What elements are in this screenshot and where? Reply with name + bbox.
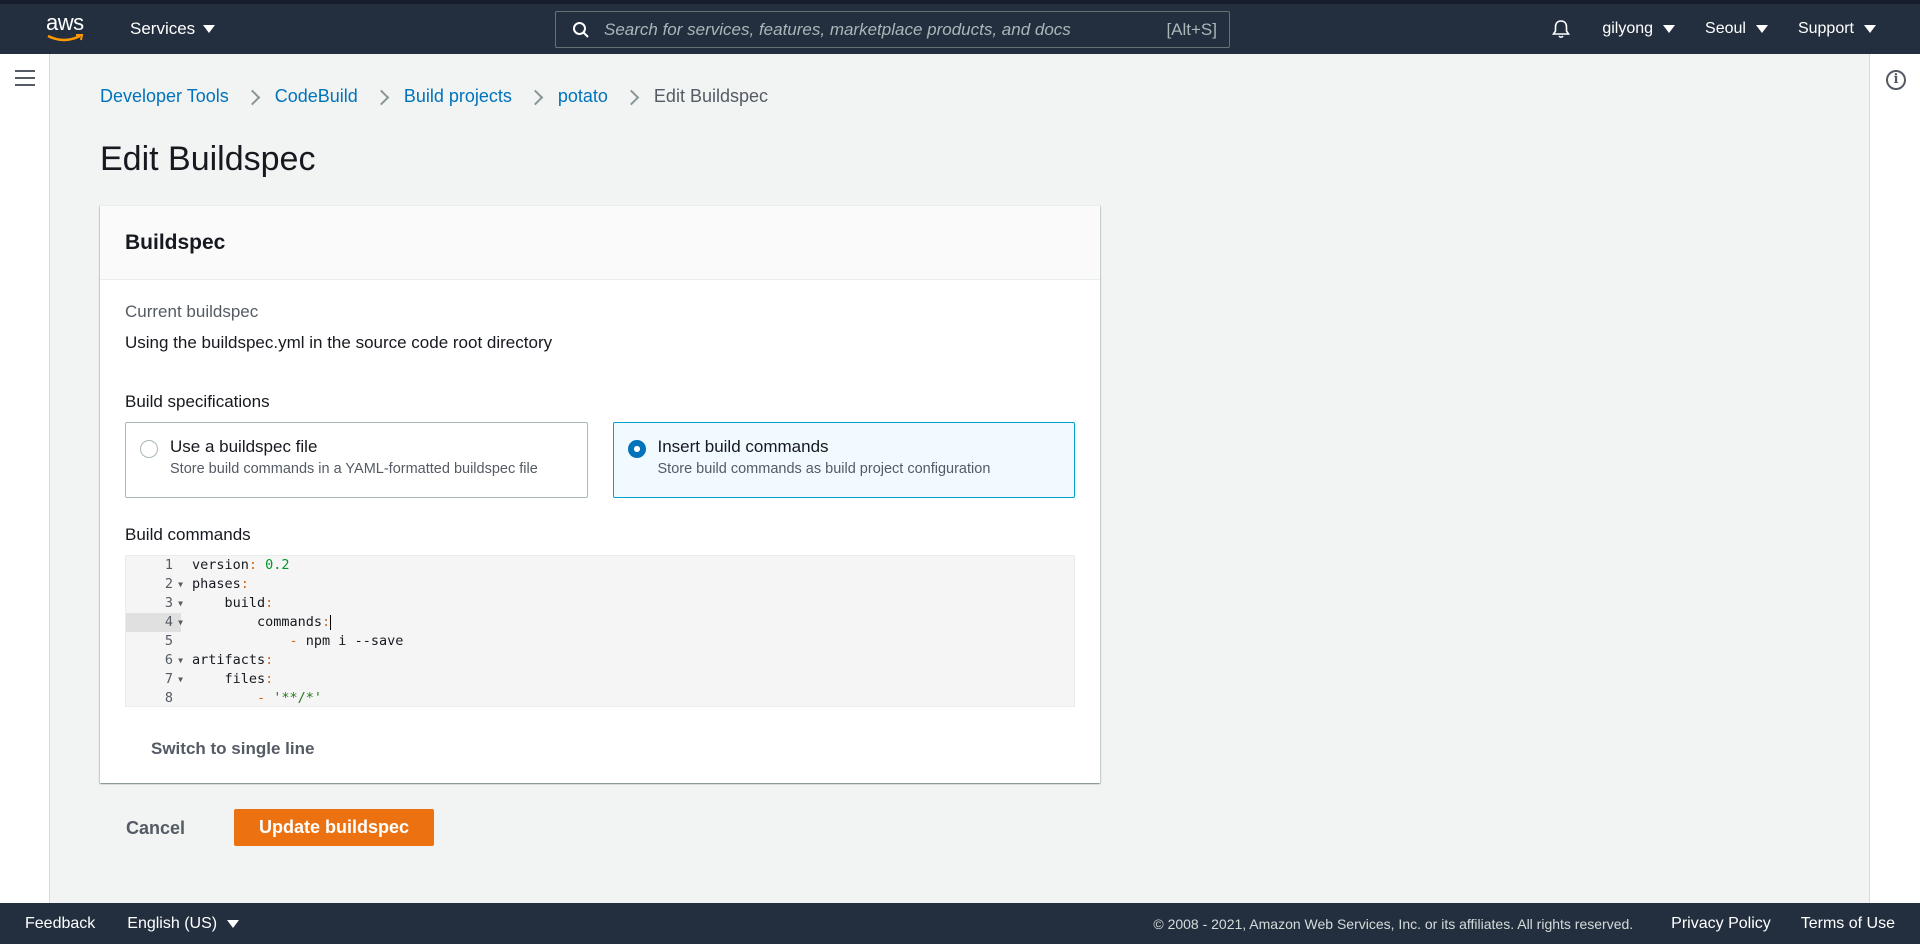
option-insert-build-commands[interactable]: Insert build commands Store build comman…: [612, 422, 1075, 498]
build-spec-options: Use a buildspec file Store build command…: [125, 422, 1075, 498]
notifications-button[interactable]: [1550, 18, 1572, 40]
language-label: English (US): [127, 914, 218, 932]
update-buildspec-button[interactable]: Update buildspec: [234, 809, 434, 846]
line-number: 7 ▼: [164, 670, 183, 689]
buildspec-panel: Buildspec Current buildspec Using the bu…: [100, 205, 1100, 783]
panel-header: Buildspec: [100, 206, 1100, 280]
line-number: 6 ▼: [164, 651, 183, 670]
aws-logo-text: aws: [46, 10, 84, 35]
breadcrumb-potato[interactable]: potato: [558, 86, 608, 107]
search-input[interactable]: [604, 19, 1167, 40]
code-text: build:: [192, 595, 274, 611]
radio-selected[interactable]: [627, 440, 646, 458]
chevron-right-icon: [626, 90, 636, 104]
breadcrumb: Developer Tools CodeBuild Build projects…: [100, 86, 768, 107]
bell-icon: [1552, 20, 1571, 39]
info-icon[interactable]: i: [1886, 70, 1906, 90]
fold-arrow-icon[interactable]: ▼: [178, 613, 183, 632]
code-text: artifacts:: [192, 652, 274, 668]
nav-right: gilyong Seoul Support: [1550, 4, 1876, 54]
fold-arrow-icon[interactable]: ▼: [178, 651, 183, 670]
code-text: - npm i --save: [192, 633, 404, 649]
panel-body: Current buildspec Using the buildspec.ym…: [100, 280, 1100, 759]
option-title: Use a buildspec file: [170, 437, 318, 456]
hamburger-menu-icon[interactable]: [15, 70, 35, 86]
region-name: Seoul: [1705, 20, 1746, 37]
aws-logo[interactable]: aws: [46, 12, 90, 46]
page-title: Edit Buildspec: [100, 140, 316, 178]
code-line: 4 ▼ commands:: [126, 613, 1074, 632]
privacy-policy-link[interactable]: Privacy Policy: [1671, 915, 1771, 933]
chevron-right-icon: [247, 90, 257, 104]
line-number: 1: [164, 557, 173, 573]
support-label: Support: [1797, 20, 1854, 37]
code-text: version: 0.2: [192, 557, 290, 573]
switch-to-single-line-button[interactable]: Switch to single line: [151, 739, 314, 759]
right-sidebar: i: [1869, 54, 1920, 903]
line-number: 8: [164, 690, 173, 706]
breadcrumb-build-projects[interactable]: Build projects: [404, 86, 512, 107]
support-menu[interactable]: Support: [1798, 20, 1876, 38]
code-text: files:: [192, 671, 274, 687]
caret-down-icon: [1663, 25, 1676, 33]
option-use-buildspec-file[interactable]: Use a buildspec file Store build command…: [125, 422, 588, 498]
top-navigation: aws Services [Alt+S] gilyong Seoul: [0, 0, 1920, 54]
code-line: 1 version: 0.2: [126, 556, 1074, 575]
caret-down-icon: [1755, 25, 1768, 33]
user-menu[interactable]: gilyong: [1602, 20, 1676, 38]
language-selector[interactable]: English (US): [127, 914, 240, 933]
code-line: 8 - '**/*': [126, 689, 1074, 706]
left-sidebar: [0, 54, 50, 903]
code-line: 5 - npm i --save: [126, 632, 1074, 651]
fold-arrow-icon[interactable]: ▼: [178, 594, 183, 613]
cancel-button[interactable]: Cancel: [126, 810, 185, 846]
option-description: Store build commands as build project co…: [657, 461, 991, 477]
fold-arrow-icon[interactable]: ▼: [178, 670, 183, 689]
code-line: 7 ▼ files:: [126, 670, 1074, 689]
code-text: commands:: [192, 614, 332, 630]
radio-unselected[interactable]: [140, 440, 158, 458]
code-text: - '**/*': [192, 690, 323, 706]
line-number: 5: [164, 633, 173, 649]
chevron-right-icon: [530, 90, 540, 104]
footer: Feedback English (US) © 2008 - 2021, Ama…: [0, 903, 1920, 944]
current-buildspec-value: Using the buildspec.yml in the source co…: [125, 333, 553, 352]
breadcrumb-current: Edit Buildspec: [653, 86, 768, 106]
line-number: 2 ▼: [164, 575, 183, 594]
services-label: Services: [130, 19, 196, 38]
panel-title: Buildspec: [125, 230, 226, 254]
option-description: Store build commands in a YAML-formatted…: [170, 461, 538, 477]
build-specifications-label: Build specifications: [125, 392, 270, 411]
caret-down-icon: [227, 919, 240, 928]
code-text: phases:: [192, 576, 249, 592]
code-line: 2 ▼ phases:: [126, 575, 1074, 594]
caret-down-icon: [203, 25, 216, 33]
chevron-right-icon: [376, 90, 386, 104]
line-number: 3 ▼: [164, 594, 183, 613]
build-commands-label: Build commands: [125, 525, 251, 544]
code-line: 6 ▼ artifacts:: [126, 651, 1074, 670]
copyright-text: © 2008 - 2021, Amazon Web Services, Inc.…: [1153, 915, 1634, 932]
breadcrumb-codebuild[interactable]: CodeBuild: [275, 86, 358, 107]
services-menu[interactable]: Services: [130, 4, 216, 54]
breadcrumb-developer-tools[interactable]: Developer Tools: [100, 86, 229, 107]
feedback-link[interactable]: Feedback: [25, 915, 95, 933]
caret-down-icon: [1864, 25, 1876, 33]
text-cursor: [330, 614, 332, 630]
line-number: 4 ▼: [126, 613, 183, 632]
footer-left: Feedback English (US): [25, 914, 240, 933]
footer-right: © 2008 - 2021, Amazon Web Services, Inc.…: [1153, 915, 1895, 933]
code-editor[interactable]: 1 version: 0.2 2 ▼ phases: 3 ▼ build: 4 ▼ c…: [125, 555, 1075, 707]
current-buildspec-label: Current buildspec: [125, 302, 259, 321]
region-menu[interactable]: Seoul: [1705, 20, 1768, 38]
terms-of-use-link[interactable]: Terms of Use: [1801, 915, 1895, 933]
fold-arrow-icon[interactable]: ▼: [178, 575, 183, 594]
code-line: 3 ▼ build:: [126, 594, 1074, 613]
user-name: gilyong: [1602, 20, 1654, 37]
search-shortcut: [Alt+S]: [1166, 19, 1217, 39]
search-icon: [573, 21, 589, 38]
search-bar[interactable]: [Alt+S]: [555, 11, 1230, 48]
option-title: Insert build commands: [657, 437, 829, 456]
